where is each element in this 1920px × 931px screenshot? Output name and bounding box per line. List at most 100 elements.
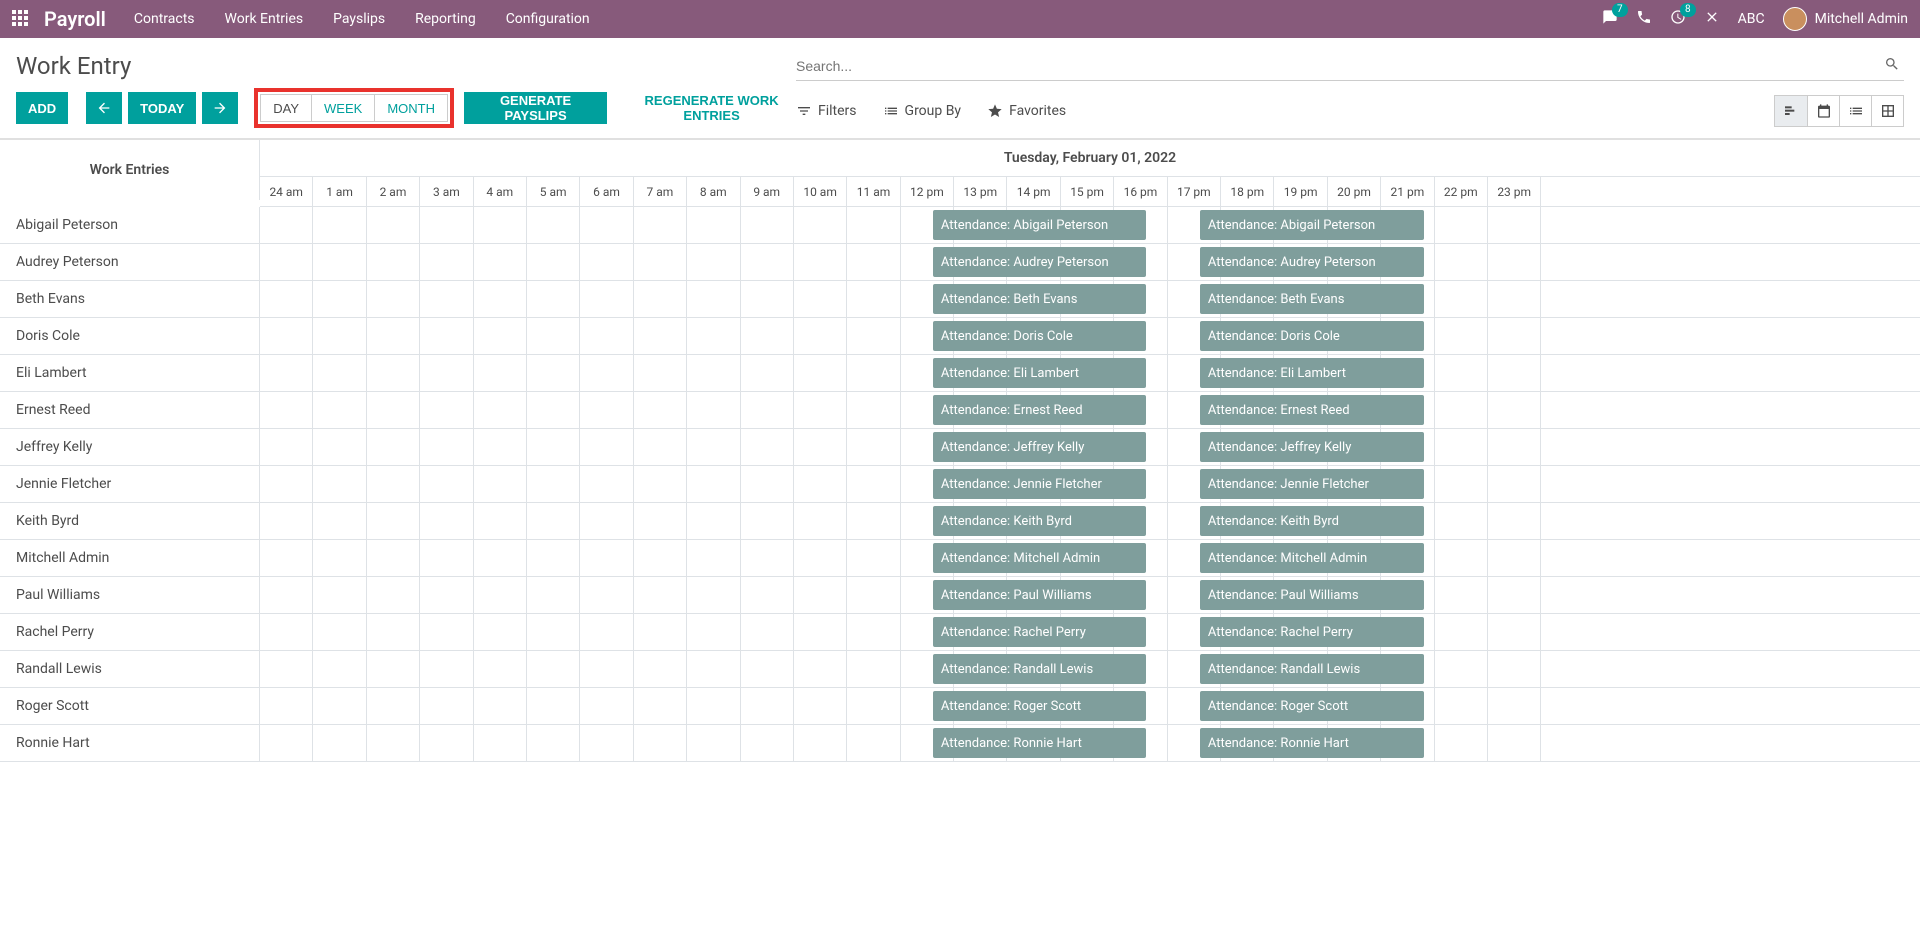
timeline[interactable]: Attendance: Beth Evans Attendance: Beth E…: [260, 281, 1920, 317]
employee-name: Audrey Peterson: [0, 244, 260, 280]
add-button[interactable]: ADD: [16, 92, 68, 124]
nav-configuration[interactable]: Configuration: [506, 11, 590, 27]
nav-right: 7 8 ABC Mitchell Admin: [1602, 7, 1908, 31]
prev-button[interactable]: [86, 92, 122, 124]
gantt-row: Ernest ReedAttendance: Ernest ReedAttend…: [0, 392, 1920, 429]
work-entry-bar[interactable]: Attendance: Abigail Peterson: [933, 210, 1147, 240]
work-entry-bar[interactable]: Attendance: Beth Evans: [1200, 284, 1424, 314]
next-button[interactable]: [202, 92, 238, 124]
week-button[interactable]: WEEK: [312, 94, 375, 122]
timeline[interactable]: Attendance: Paul Williams Attendance: Pau…: [260, 577, 1920, 613]
nav-reporting[interactable]: Reporting: [415, 11, 476, 27]
messages-icon[interactable]: 7: [1602, 9, 1618, 29]
employee-name: Abigail Peterson: [0, 207, 260, 243]
timeline[interactable]: Attendance: Ronnie Hart Attendance: Ronni…: [260, 725, 1920, 761]
nav-contracts[interactable]: Contracts: [134, 11, 195, 27]
work-entry-bar[interactable]: Attendance: Keith Byrd: [1200, 506, 1424, 536]
work-entry-bar[interactable]: Attendance: Ronnie Hart: [1200, 728, 1424, 758]
work-entry-bar[interactable]: Attendance: Mitchell Admin: [933, 543, 1147, 573]
day-button[interactable]: DAY: [260, 94, 312, 122]
gantt-row: Audrey PetersonAttendance: Audrey Peters…: [0, 244, 1920, 281]
hour-col: 20 pm: [1328, 177, 1381, 206]
work-entry-bar[interactable]: Attendance: Jennie Fletcher: [1200, 469, 1424, 499]
button-row: ADD TODAY DAY WEEK MONTH GENERATE PAYSLI…: [16, 88, 796, 128]
timeline[interactable]: Attendance: Mitchell Admin Attendance: Mi…: [260, 540, 1920, 576]
filters-dropdown[interactable]: Filters: [796, 103, 857, 119]
gantt-view-button[interactable]: [1775, 96, 1807, 126]
employee-name: Randall Lewis: [0, 651, 260, 687]
work-entry-bar[interactable]: Attendance: Eli Lambert: [933, 358, 1147, 388]
generate-payslips-button[interactable]: GENERATE PAYSLIPS: [464, 92, 607, 124]
pivot-view-button[interactable]: [1871, 96, 1903, 126]
gantt-date-header: Tuesday, February 01, 2022: [260, 140, 1920, 177]
hour-col: 21 pm: [1381, 177, 1434, 206]
work-entry-bar[interactable]: Attendance: Doris Cole: [933, 321, 1147, 351]
work-entry-bar[interactable]: Attendance: Ronnie Hart: [933, 728, 1147, 758]
work-entry-bar[interactable]: Attendance: Keith Byrd: [933, 506, 1147, 536]
favorites-dropdown[interactable]: Favorites: [987, 103, 1066, 119]
timeline[interactable]: Attendance: Eli Lambert Attendance: Eli L…: [260, 355, 1920, 391]
apps-icon[interactable]: [12, 10, 30, 28]
hour-col: 1 am: [313, 177, 366, 206]
company-name[interactable]: ABC: [1738, 11, 1765, 27]
work-entry-bar[interactable]: Attendance: Rachel Perry: [1200, 617, 1424, 647]
list-view-button[interactable]: [1839, 96, 1871, 126]
nav-payslips[interactable]: Payslips: [333, 11, 385, 27]
employee-name: Rachel Perry: [0, 614, 260, 650]
work-entry-bar[interactable]: Attendance: Rachel Perry: [933, 617, 1147, 647]
regenerate-button[interactable]: REGENERATE WORK ENTRIES: [627, 93, 796, 123]
nav-menu: Contracts Work Entries Payslips Reportin…: [134, 11, 590, 27]
calendar-view-button[interactable]: [1807, 96, 1839, 126]
work-entry-bar[interactable]: Attendance: Eli Lambert: [1200, 358, 1424, 388]
search-icon[interactable]: [1880, 56, 1904, 76]
timeline[interactable]: Attendance: Rachel Perry Attendance: Rach…: [260, 614, 1920, 650]
timeline[interactable]: Attendance: Randall Lewis Attendance: Ran…: [260, 651, 1920, 687]
dismiss-icon[interactable]: [1704, 9, 1720, 29]
search-input[interactable]: [796, 58, 1880, 74]
work-entry-bar[interactable]: Attendance: Audrey Peterson: [933, 247, 1147, 277]
groupby-dropdown[interactable]: Group By: [883, 103, 962, 119]
work-entry-bar[interactable]: Attendance: Paul Williams: [933, 580, 1147, 610]
gantt-row: Rachel PerryAttendance: Rachel PerryAtte…: [0, 614, 1920, 651]
work-entry-bar[interactable]: Attendance: Ernest Reed: [1200, 395, 1424, 425]
work-entry-bar[interactable]: Attendance: Doris Cole: [1200, 321, 1424, 351]
timeline[interactable]: Attendance: Abigail Peterson Attendance: …: [260, 207, 1920, 243]
work-entry-bar[interactable]: Attendance: Audrey Peterson: [1200, 247, 1424, 277]
activity-icon[interactable]: 8: [1670, 9, 1686, 29]
nav-work-entries[interactable]: Work Entries: [225, 11, 304, 27]
hour-col: 3 am: [420, 177, 473, 206]
employee-name: Ronnie Hart: [0, 725, 260, 761]
work-entry-bar[interactable]: Attendance: Mitchell Admin: [1200, 543, 1424, 573]
work-entry-bar[interactable]: Attendance: Ernest Reed: [933, 395, 1147, 425]
timeline[interactable]: Attendance: Jeffrey Kelly Attendance: Jef…: [260, 429, 1920, 465]
today-button[interactable]: TODAY: [128, 92, 196, 124]
timeline[interactable]: Attendance: Roger Scott Attendance: Roger…: [260, 688, 1920, 724]
work-entry-bar[interactable]: Attendance: Randall Lewis: [1200, 654, 1424, 684]
work-entry-bar[interactable]: Attendance: Jeffrey Kelly: [933, 432, 1147, 462]
hour-col: 24 am: [260, 177, 313, 206]
timeline[interactable]: Attendance: Jennie Fletcher Attendance: J…: [260, 466, 1920, 502]
timeline[interactable]: Attendance: Keith Byrd Attendance: Keith …: [260, 503, 1920, 539]
work-entry-bar[interactable]: Attendance: Abigail Peterson: [1200, 210, 1424, 240]
timeline[interactable]: Attendance: Ernest Reed Attendance: Ernes…: [260, 392, 1920, 428]
work-entry-bar[interactable]: Attendance: Jennie Fletcher: [933, 469, 1147, 499]
gantt-row: Ronnie HartAttendance: Ronnie HartAttend…: [0, 725, 1920, 762]
hour-col: 18 pm: [1221, 177, 1274, 206]
work-entry-bar[interactable]: Attendance: Roger Scott: [1200, 691, 1424, 721]
gantt-row: Mitchell AdminAttendance: Mitchell Admin…: [0, 540, 1920, 577]
user-menu[interactable]: Mitchell Admin: [1783, 7, 1908, 31]
employee-name: Roger Scott: [0, 688, 260, 724]
range-switch-highlight: DAY WEEK MONTH: [254, 88, 454, 128]
work-entry-bar[interactable]: Attendance: Randall Lewis: [933, 654, 1147, 684]
work-entry-bar[interactable]: Attendance: Jeffrey Kelly: [1200, 432, 1424, 462]
work-entry-bar[interactable]: Attendance: Paul Williams: [1200, 580, 1424, 610]
work-entry-bar[interactable]: Attendance: Beth Evans: [933, 284, 1147, 314]
phone-icon[interactable]: [1636, 9, 1652, 29]
timeline[interactable]: Attendance: Audrey Peterson Attendance: A…: [260, 244, 1920, 280]
employee-name: Beth Evans: [0, 281, 260, 317]
hour-col: 14 pm: [1007, 177, 1060, 206]
gantt-hours-row: 24 am1 am2 am3 am4 am5 am6 am7 am8 am9 a…: [260, 177, 1920, 207]
work-entry-bar[interactable]: Attendance: Roger Scott: [933, 691, 1147, 721]
month-button[interactable]: MONTH: [375, 94, 448, 122]
timeline[interactable]: Attendance: Doris Cole Attendance: Doris …: [260, 318, 1920, 354]
